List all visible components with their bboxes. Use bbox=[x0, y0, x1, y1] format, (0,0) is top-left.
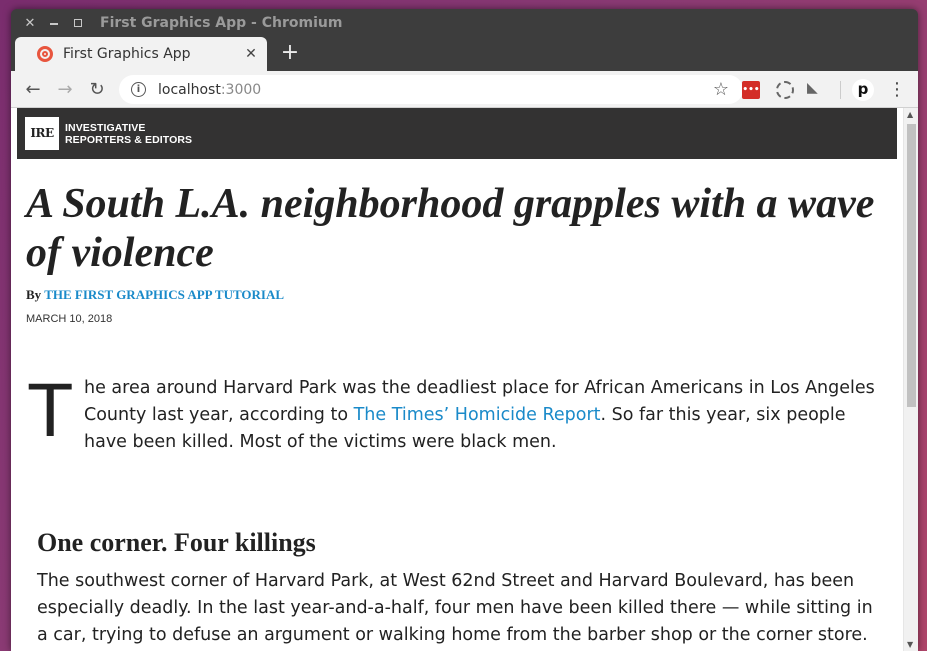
extension-p-icon[interactable]: p bbox=[852, 79, 874, 101]
back-button[interactable]: ← bbox=[23, 78, 43, 100]
browser-toolbar: ← → ↻ i localhost:3000 ☆ ••• ◣ p ⋮ bbox=[11, 71, 918, 108]
vertical-scrollbar[interactable]: ▲ ▼ bbox=[903, 108, 918, 651]
title-bar: ✕ First Graphics App - Chromium bbox=[11, 9, 918, 37]
byline-prefix: By bbox=[26, 287, 45, 302]
new-tab-button[interactable]: + bbox=[279, 41, 301, 65]
window-title: First Graphics App - Chromium bbox=[100, 15, 343, 31]
org-name-line2: REPORTERS & EDITORS bbox=[65, 133, 193, 146]
site-header: IRE INVESTIGATIVE REPORTERS & EDITORS bbox=[17, 108, 897, 159]
byline-author-link[interactable]: The First Graphics App Tutorial bbox=[44, 287, 284, 302]
org-name: INVESTIGATIVE REPORTERS & EDITORS bbox=[65, 122, 192, 146]
homicide-report-link[interactable]: The Times’ Homicide Report bbox=[354, 405, 601, 425]
scroll-down-arrow-icon[interactable]: ▼ bbox=[907, 640, 913, 649]
window-maximize-button[interactable] bbox=[71, 16, 85, 30]
extension-gear-icon[interactable] bbox=[776, 81, 794, 99]
lastpass-extension-icon[interactable]: ••• bbox=[742, 81, 760, 99]
ire-logo[interactable]: IRE bbox=[25, 117, 59, 150]
url-text: localhost:3000 bbox=[158, 82, 261, 98]
tab-first-graphics-app[interactable]: First Graphics App ✕ bbox=[15, 37, 267, 71]
scrollbar-thumb[interactable] bbox=[907, 124, 916, 407]
info-icon[interactable]: i bbox=[131, 82, 146, 97]
maximize-icon bbox=[74, 19, 82, 27]
tab-close-button[interactable]: ✕ bbox=[243, 46, 259, 62]
window-minimize-button[interactable] bbox=[47, 16, 61, 30]
toolbar-divider bbox=[840, 81, 841, 99]
window-close-button[interactable]: ✕ bbox=[23, 15, 37, 31]
tab-strip: First Graphics App ✕ + bbox=[11, 37, 918, 71]
back-arrow-icon: ← bbox=[25, 78, 41, 100]
url-host: localhost bbox=[158, 81, 221, 98]
url-port: :3000 bbox=[220, 81, 262, 98]
publication-date: March 10, 2018 bbox=[26, 313, 113, 325]
favicon-icon bbox=[37, 46, 53, 62]
article-headline: A South L.A. neighborhood grapples with … bbox=[26, 181, 875, 276]
forward-button[interactable]: → bbox=[55, 78, 75, 100]
close-icon: ✕ bbox=[24, 15, 36, 31]
minimize-icon bbox=[50, 23, 58, 25]
scroll-up-arrow-icon[interactable]: ▲ bbox=[907, 110, 913, 119]
drop-cap: T bbox=[27, 368, 74, 453]
reload-icon: ↻ bbox=[89, 78, 105, 100]
page-content: IRE INVESTIGATIVE REPORTERS & EDITORS A … bbox=[17, 108, 897, 651]
article-byline: By The First Graphics App Tutorial bbox=[26, 287, 284, 303]
browser-menu-icon[interactable]: ⋮ bbox=[888, 79, 906, 100]
forward-arrow-icon: → bbox=[57, 78, 73, 100]
page-viewport: IRE INVESTIGATIVE REPORTERS & EDITORS A … bbox=[11, 108, 918, 651]
tab-title: First Graphics App bbox=[63, 46, 191, 62]
extension-bird-icon[interactable]: ◣ bbox=[807, 80, 825, 98]
org-name-line1: INVESTIGATIVE bbox=[65, 121, 146, 134]
lede-paragraph: he area around Harvard Park was the dead… bbox=[84, 375, 884, 456]
section-heading: One corner. Four killings bbox=[37, 528, 316, 557]
bookmark-star-icon[interactable]: ☆ bbox=[713, 79, 729, 100]
browser-window: ✕ First Graphics App - Chromium First Gr… bbox=[11, 9, 918, 651]
body-paragraph: The southwest corner of Harvard Park, at… bbox=[37, 571, 873, 645]
reload-button[interactable]: ↻ bbox=[87, 78, 107, 100]
address-bar[interactable]: i localhost:3000 ☆ bbox=[119, 75, 743, 104]
